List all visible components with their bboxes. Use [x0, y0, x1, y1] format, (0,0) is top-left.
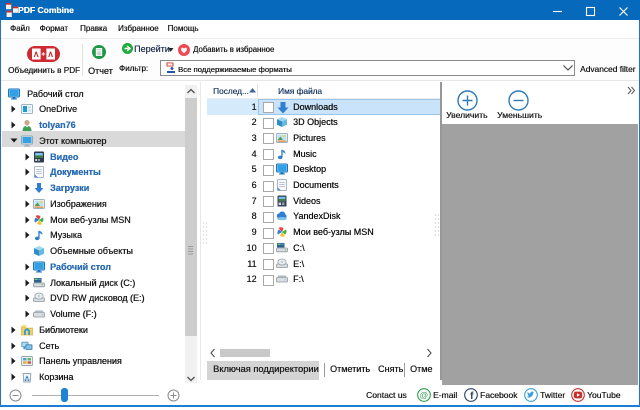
- svg-text:f: f: [470, 391, 474, 402]
- svg-text:@: @: [420, 390, 429, 400]
